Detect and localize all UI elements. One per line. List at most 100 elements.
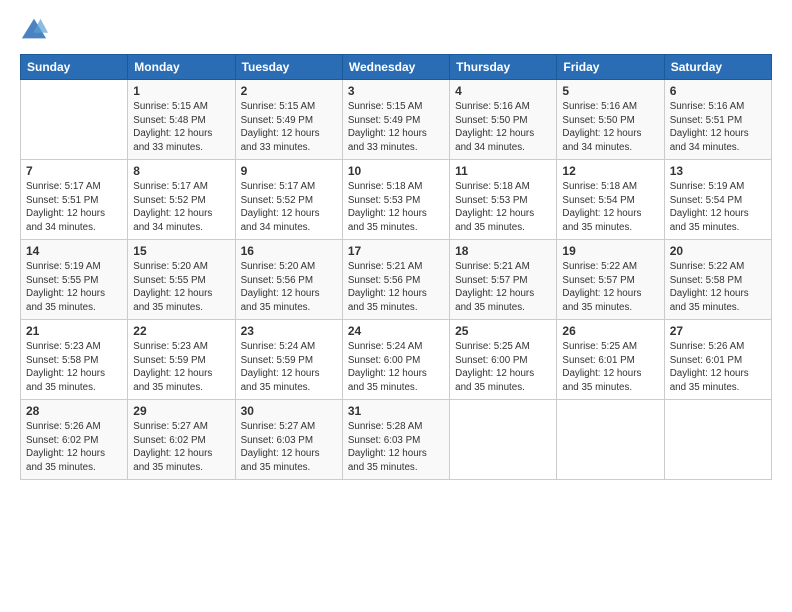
day-info: Sunrise: 5:17 AM Sunset: 5:51 PM Dayligh… bbox=[26, 180, 122, 235]
calendar-cell: 27 Sunrise: 5:26 AM Sunset: 6:01 PM Dayli… bbox=[664, 320, 771, 400]
calendar-cell: 4 Sunrise: 5:16 AM Sunset: 5:50 PM Daylig… bbox=[450, 80, 557, 160]
calendar-cell bbox=[450, 400, 557, 480]
day-info: Sunrise: 5:17 AM Sunset: 5:52 PM Dayligh… bbox=[133, 180, 229, 235]
day-number: 6 bbox=[670, 84, 766, 98]
calendar-cell: 17Sunrise: 5:21 AM Sunset: 5:56 PM Dayli… bbox=[342, 240, 449, 320]
calendar-cell: 5 Sunrise: 5:16 AM Sunset: 5:50 PM Daylig… bbox=[557, 80, 664, 160]
calendar-week-row: 21 Sunrise: 5:23 AM Sunset: 5:58 PM Dayli… bbox=[21, 320, 772, 400]
calendar-cell: 11Sunrise: 5:18 AM Sunset: 5:53 PM Dayli… bbox=[450, 160, 557, 240]
calendar-header-cell: Tuesday bbox=[235, 55, 342, 80]
day-info: Sunrise: 5:25 AM Sunset: 6:00 PM Dayligh… bbox=[455, 340, 551, 395]
day-number: 25 bbox=[455, 324, 551, 338]
day-number: 20 bbox=[670, 244, 766, 258]
calendar-cell: 30 Sunrise: 5:27 AM Sunset: 6:03 PM Dayli… bbox=[235, 400, 342, 480]
calendar-cell: 16Sunrise: 5:20 AM Sunset: 5:56 PM Dayli… bbox=[235, 240, 342, 320]
calendar-cell: 26 Sunrise: 5:25 AM Sunset: 6:01 PM Dayli… bbox=[557, 320, 664, 400]
calendar-cell: 8 Sunrise: 5:17 AM Sunset: 5:52 PM Daylig… bbox=[128, 160, 235, 240]
header bbox=[20, 16, 772, 44]
calendar-cell: 22 Sunrise: 5:23 AM Sunset: 5:59 PM Dayli… bbox=[128, 320, 235, 400]
calendar-week-row: 7 Sunrise: 5:17 AM Sunset: 5:51 PM Daylig… bbox=[21, 160, 772, 240]
day-number: 9 bbox=[241, 164, 337, 178]
day-number: 3 bbox=[348, 84, 444, 98]
calendar-cell: 28 Sunrise: 5:26 AM Sunset: 6:02 PM Dayli… bbox=[21, 400, 128, 480]
day-info: Sunrise: 5:23 AM Sunset: 5:58 PM Dayligh… bbox=[26, 340, 122, 395]
day-number: 21 bbox=[26, 324, 122, 338]
day-number: 7 bbox=[26, 164, 122, 178]
calendar-cell: 15 Sunrise: 5:20 AM Sunset: 5:55 PM Dayli… bbox=[128, 240, 235, 320]
calendar-table: SundayMondayTuesdayWednesdayThursdayFrid… bbox=[20, 54, 772, 480]
day-number: 23 bbox=[241, 324, 337, 338]
calendar-cell: 14 Sunrise: 5:19 AM Sunset: 5:55 PM Dayli… bbox=[21, 240, 128, 320]
logo-icon bbox=[20, 16, 48, 44]
calendar-header-cell: Friday bbox=[557, 55, 664, 80]
calendar-cell: 12Sunrise: 5:18 AM Sunset: 5:54 PM Dayli… bbox=[557, 160, 664, 240]
day-info: Sunrise: 5:23 AM Sunset: 5:59 PM Dayligh… bbox=[133, 340, 229, 395]
day-info: Sunrise: 5:24 AM Sunset: 5:59 PM Dayligh… bbox=[241, 340, 337, 395]
day-info: Sunrise: 5:16 AM Sunset: 5:50 PM Dayligh… bbox=[455, 100, 551, 155]
calendar-header-cell: Monday bbox=[128, 55, 235, 80]
day-info: Sunrise: 5:25 AM Sunset: 6:01 PM Dayligh… bbox=[562, 340, 658, 395]
calendar-week-row: 28 Sunrise: 5:26 AM Sunset: 6:02 PM Dayli… bbox=[21, 400, 772, 480]
calendar-cell: 2Sunrise: 5:15 AM Sunset: 5:49 PM Daylig… bbox=[235, 80, 342, 160]
day-info: Sunrise: 5:27 AM Sunset: 6:03 PM Dayligh… bbox=[241, 420, 337, 475]
day-number: 27 bbox=[670, 324, 766, 338]
day-info: Sunrise: 5:20 AM Sunset: 5:55 PM Dayligh… bbox=[133, 260, 229, 315]
day-number: 10 bbox=[348, 164, 444, 178]
page-container: SundayMondayTuesdayWednesdayThursdayFrid… bbox=[0, 0, 792, 492]
day-number: 12 bbox=[562, 164, 658, 178]
day-info: Sunrise: 5:15 AM Sunset: 5:48 PM Dayligh… bbox=[133, 100, 229, 155]
day-number: 29 bbox=[133, 404, 229, 418]
calendar-cell bbox=[557, 400, 664, 480]
calendar-cell: 10 Sunrise: 5:18 AM Sunset: 5:53 PM Dayli… bbox=[342, 160, 449, 240]
day-number: 4 bbox=[455, 84, 551, 98]
day-info: Sunrise: 5:24 AM Sunset: 6:00 PM Dayligh… bbox=[348, 340, 444, 395]
day-number: 2 bbox=[241, 84, 337, 98]
day-number: 15 bbox=[133, 244, 229, 258]
day-info: Sunrise: 5:17 AM Sunset: 5:52 PM Dayligh… bbox=[241, 180, 337, 235]
calendar-week-row: 1Sunrise: 5:15 AM Sunset: 5:48 PM Daylig… bbox=[21, 80, 772, 160]
calendar-cell bbox=[21, 80, 128, 160]
day-number: 11 bbox=[455, 164, 551, 178]
calendar-header-cell: Sunday bbox=[21, 55, 128, 80]
day-info: Sunrise: 5:20 AM Sunset: 5:56 PM Dayligh… bbox=[241, 260, 337, 315]
calendar-cell: 31 Sunrise: 5:28 AM Sunset: 6:03 PM Dayli… bbox=[342, 400, 449, 480]
day-number: 5 bbox=[562, 84, 658, 98]
day-info: Sunrise: 5:22 AM Sunset: 5:57 PM Dayligh… bbox=[562, 260, 658, 315]
day-info: Sunrise: 5:21 AM Sunset: 5:57 PM Dayligh… bbox=[455, 260, 551, 315]
day-number: 26 bbox=[562, 324, 658, 338]
day-info: Sunrise: 5:26 AM Sunset: 6:02 PM Dayligh… bbox=[26, 420, 122, 475]
calendar-body: 1Sunrise: 5:15 AM Sunset: 5:48 PM Daylig… bbox=[21, 80, 772, 480]
day-number: 31 bbox=[348, 404, 444, 418]
calendar-cell: 20Sunrise: 5:22 AM Sunset: 5:58 PM Dayli… bbox=[664, 240, 771, 320]
day-info: Sunrise: 5:28 AM Sunset: 6:03 PM Dayligh… bbox=[348, 420, 444, 475]
calendar-header-cell: Saturday bbox=[664, 55, 771, 80]
day-info: Sunrise: 5:15 AM Sunset: 5:49 PM Dayligh… bbox=[348, 100, 444, 155]
day-number: 28 bbox=[26, 404, 122, 418]
calendar-cell: 3 Sunrise: 5:15 AM Sunset: 5:49 PM Daylig… bbox=[342, 80, 449, 160]
day-number: 18 bbox=[455, 244, 551, 258]
calendar-cell: 25 Sunrise: 5:25 AM Sunset: 6:00 PM Dayli… bbox=[450, 320, 557, 400]
day-number: 19 bbox=[562, 244, 658, 258]
calendar-cell: 19 Sunrise: 5:22 AM Sunset: 5:57 PM Dayli… bbox=[557, 240, 664, 320]
day-number: 14 bbox=[26, 244, 122, 258]
day-number: 30 bbox=[241, 404, 337, 418]
day-number: 22 bbox=[133, 324, 229, 338]
calendar-cell: 1Sunrise: 5:15 AM Sunset: 5:48 PM Daylig… bbox=[128, 80, 235, 160]
day-number: 24 bbox=[348, 324, 444, 338]
day-number: 17 bbox=[348, 244, 444, 258]
logo bbox=[20, 16, 52, 44]
day-number: 13 bbox=[670, 164, 766, 178]
calendar-cell: 18 Sunrise: 5:21 AM Sunset: 5:57 PM Dayli… bbox=[450, 240, 557, 320]
calendar-cell: 7 Sunrise: 5:17 AM Sunset: 5:51 PM Daylig… bbox=[21, 160, 128, 240]
calendar-header-cell: Wednesday bbox=[342, 55, 449, 80]
day-info: Sunrise: 5:16 AM Sunset: 5:51 PM Dayligh… bbox=[670, 100, 766, 155]
calendar-cell: 6 Sunrise: 5:16 AM Sunset: 5:51 PM Daylig… bbox=[664, 80, 771, 160]
day-info: Sunrise: 5:18 AM Sunset: 5:53 PM Dayligh… bbox=[348, 180, 444, 235]
day-info: Sunrise: 5:26 AM Sunset: 6:01 PM Dayligh… bbox=[670, 340, 766, 395]
calendar-header-row: SundayMondayTuesdayWednesdayThursdayFrid… bbox=[21, 55, 772, 80]
day-number: 8 bbox=[133, 164, 229, 178]
day-info: Sunrise: 5:19 AM Sunset: 5:55 PM Dayligh… bbox=[26, 260, 122, 315]
calendar-week-row: 14 Sunrise: 5:19 AM Sunset: 5:55 PM Dayli… bbox=[21, 240, 772, 320]
day-info: Sunrise: 5:19 AM Sunset: 5:54 PM Dayligh… bbox=[670, 180, 766, 235]
day-info: Sunrise: 5:16 AM Sunset: 5:50 PM Dayligh… bbox=[562, 100, 658, 155]
